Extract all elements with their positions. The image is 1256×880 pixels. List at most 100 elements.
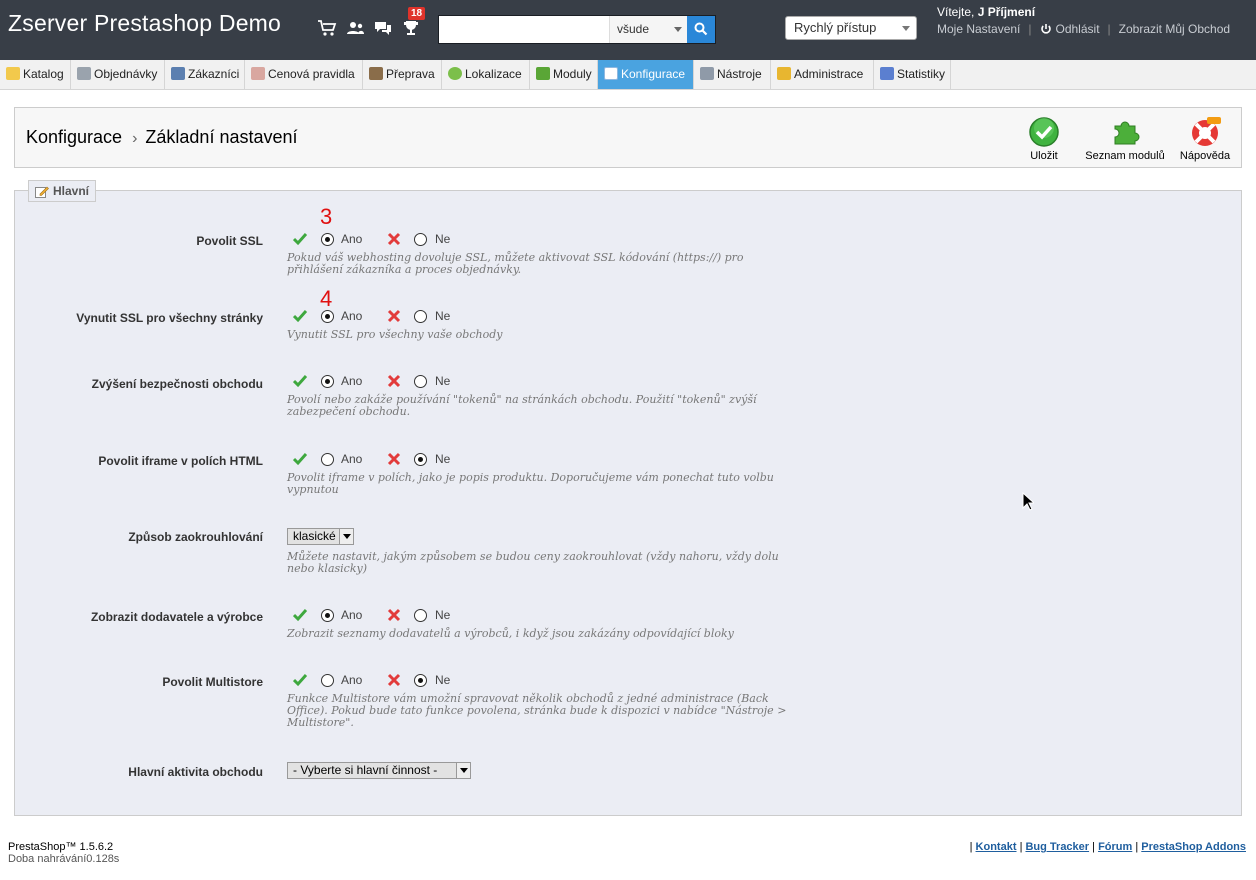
cross-icon [387,309,401,323]
chevron-down-icon [339,529,353,544]
no-label[interactable]: Ne [435,232,450,246]
load-time-text: Doba nahrávání0.128s [8,853,120,865]
check-icon [293,310,307,323]
row-label: Vynutit SSL pro všechny stránky [76,311,263,325]
menu-item-configuration[interactable]: Konfigurace [598,60,694,89]
supplier-display-yes-radio[interactable] [321,609,334,622]
iframe-yes-radio[interactable] [321,453,334,466]
logout-link[interactable]: Odhlásit [1056,22,1100,36]
row-hint: Pokud váš webhosting dovoluje SSL, můžet… [287,251,744,276]
breadcrumb-parent[interactable]: Konfigurace [26,127,122,147]
user-name: J Příjmení [977,5,1036,19]
menu-item-modules[interactable]: Moduly [530,60,598,89]
multistore-no-radio[interactable] [414,674,427,687]
footer-links: | Kontakt | Bug Tracker | Fórum | Presta… [970,841,1246,853]
row-label: Způsob zaokrouhlování [128,530,263,544]
footer-info: PrestaShop™ 1.5.6.2 Doba nahrávání0.128s [8,841,119,865]
force-ssl-toggle: Ano Ne [293,309,463,325]
token-yes-radio[interactable] [321,375,334,388]
menu-item-price-rules[interactable]: Cenová pravidla [245,60,363,89]
token-no-radio[interactable] [414,375,427,388]
menu-label: Přeprava [386,67,435,81]
supplier-display-no-radio[interactable] [414,609,427,622]
yes-label[interactable]: Ano [341,232,362,246]
cart-icon[interactable] [317,18,337,38]
menu-item-localization[interactable]: Lokalizace [442,60,530,89]
force-ssl-no-radio[interactable] [414,310,427,323]
rounding-mode-value: klasické [293,529,336,543]
save-check-icon [1029,117,1059,147]
row-label: Povolit SSL [196,234,263,248]
iframe-toggle: Ano Ne [293,452,463,468]
check-icon [293,375,307,388]
no-label[interactable]: Ne [435,452,450,466]
customers-icon[interactable] [345,18,365,38]
view-shop-link[interactable]: Zobrazit Můj Obchod [1119,22,1230,36]
row-hint: Zobrazit seznamy dodavatelů a výrobců, i… [287,627,734,640]
module-list-label: Seznam modulů [1085,150,1165,162]
row-hint: Povolí nebo zakáže používání "tokenů" na… [287,393,757,418]
search-button[interactable] [687,16,715,43]
check-icon [293,609,307,622]
my-settings-link[interactable]: Moje Nastavení [937,22,1020,36]
search-input[interactable] [439,16,609,43]
save-button[interactable]: Uložit [1025,116,1063,162]
help-button[interactable]: Nápověda [1177,116,1233,162]
globe-icon [448,67,462,80]
yes-label[interactable]: Ano [341,673,362,687]
main-menu: Katalog Objednávky Zákazníci Cenová prav… [0,60,1256,90]
cross-icon [387,673,401,687]
trophy-icon[interactable] [401,18,421,38]
shop-name[interactable]: Zserver Prestashop Demo [8,10,281,37]
footer-link-bugtracker[interactable]: Bug Tracker [1025,841,1089,853]
menu-label: Zákazníci [188,67,240,81]
messages-icon[interactable] [373,18,393,38]
link-separator: | [1019,841,1023,853]
search-scope-value: všude [617,22,650,36]
menu-item-customers[interactable]: Zákazníci [165,60,245,89]
menu-item-shipping[interactable]: Přeprava [363,60,442,89]
quick-access-label: Rychlý přístup [794,20,877,35]
legend-label: Hlavní [53,184,90,198]
welcome-text: Vítejte, J Příjmení [937,5,1035,19]
menu-item-orders[interactable]: Objednávky [71,60,165,89]
module-list-button[interactable]: Seznam modulů [1083,116,1167,162]
menu-item-stats[interactable]: Statistiky [874,60,951,89]
chevron-down-icon [902,26,910,31]
user-icon [171,67,185,80]
iframe-no-radio[interactable] [414,453,427,466]
ssl-yes-radio[interactable] [321,233,334,246]
no-label[interactable]: Ne [435,673,450,687]
yes-label[interactable]: Ano [341,452,362,466]
row-hint: Povolit iframe v polích, jako je popis p… [287,471,774,496]
quick-access-select[interactable]: Rychlý přístup [785,16,917,40]
puzzle-icon [536,67,550,80]
menu-item-catalog[interactable]: Katalog [0,60,71,89]
menu-label: Statistiky [897,67,946,81]
notification-badge[interactable]: 18 [408,7,426,20]
no-label[interactable]: Ne [435,309,450,323]
cross-icon [387,608,401,622]
row-label: Povolit Multistore [162,675,263,689]
no-label[interactable]: Ne [435,374,450,388]
menu-label: Moduly [553,67,592,81]
main-activity-select[interactable]: - Vyberte si hlavní činnost - [287,762,471,779]
footer-link-forum[interactable]: Fórum [1098,841,1132,853]
ssl-no-radio[interactable] [414,233,427,246]
footer-link-addons[interactable]: PrestaShop Addons [1141,841,1246,853]
puzzle-icon [1114,121,1140,145]
force-ssl-yes-radio[interactable] [321,310,334,323]
row-label: Hlavní aktivita obchodu [128,765,263,779]
yes-label[interactable]: Ano [341,374,362,388]
no-label[interactable]: Ne [435,608,450,622]
search-scope-select[interactable]: všude [609,16,687,43]
menu-item-administration[interactable]: Administrace [771,60,874,89]
search-box: všude [438,15,716,44]
yes-label[interactable]: Ano [341,309,362,323]
main-activity-value: - Vyberte si hlavní činnost - [293,763,438,777]
menu-item-tools[interactable]: Nástroje [694,60,771,89]
multistore-yes-radio[interactable] [321,674,334,687]
yes-label[interactable]: Ano [341,608,362,622]
rounding-mode-select[interactable]: klasické [287,528,354,545]
footer-link-contact[interactable]: Kontakt [976,841,1017,853]
